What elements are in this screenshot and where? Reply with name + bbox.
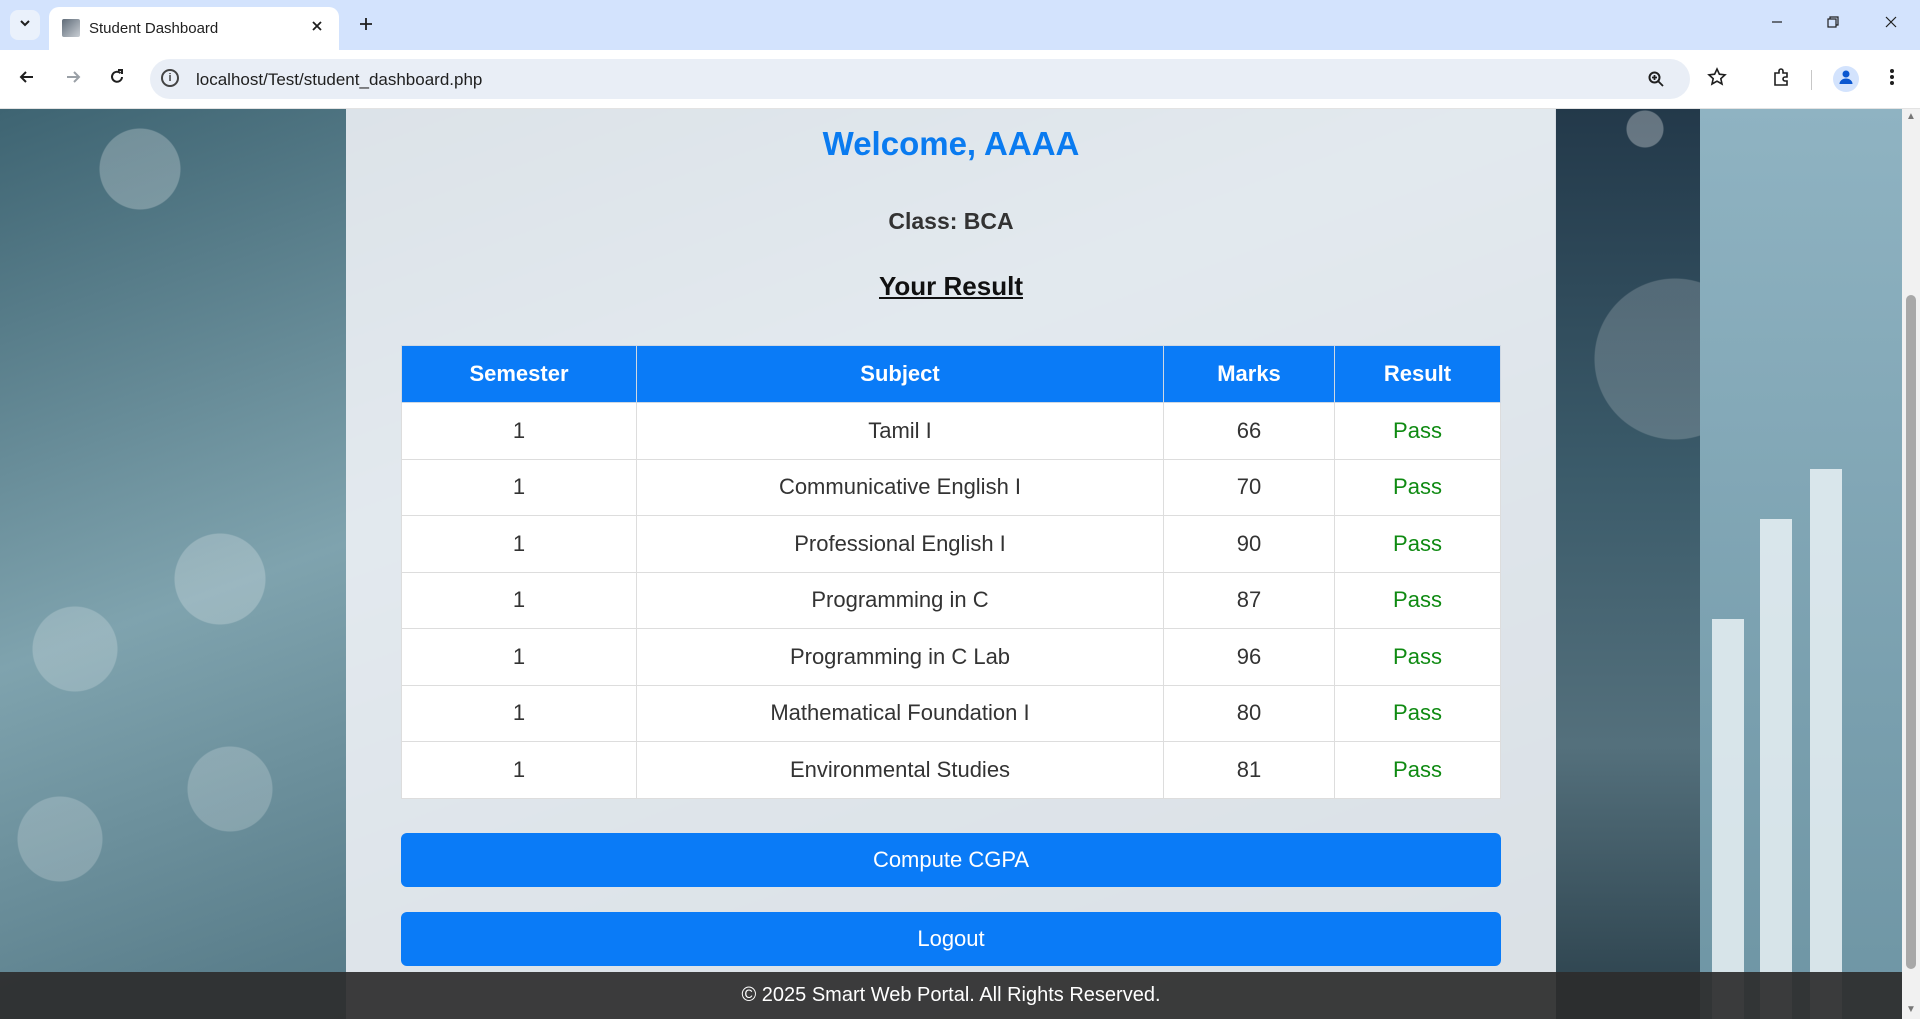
- marks-cell: 81: [1163, 741, 1335, 799]
- forward-button[interactable]: [57, 63, 89, 95]
- result-cell: Pass: [1334, 402, 1501, 460]
- favicon-icon: [62, 19, 80, 37]
- table-row: 1 Communicative English I 70 Pass: [401, 458, 1501, 516]
- subject-cell: Environmental Studies: [636, 741, 1164, 799]
- subject-cell: Mathematical Foundation I: [636, 684, 1164, 742]
- bookmark-star-button[interactable]: [1701, 63, 1733, 95]
- minimize-icon: [1770, 15, 1784, 34]
- semester-cell: 1: [401, 684, 637, 742]
- plus-icon: [358, 11, 374, 39]
- close-icon: [1884, 15, 1898, 34]
- column-header-subject: Subject: [636, 345, 1164, 403]
- arrow-right-icon: [64, 68, 82, 91]
- browser-tab-active[interactable]: Student Dashboard: [49, 7, 339, 50]
- table-header-row: Semester Subject Marks Result: [401, 345, 1501, 403]
- vertical-scrollbar[interactable]: ▲ ▼: [1902, 109, 1920, 1019]
- scroll-up-arrow-icon[interactable]: ▲: [1906, 112, 1916, 122]
- more-vertical-icon: [1889, 68, 1895, 91]
- table-row: 1 Programming in C Lab 96 Pass: [401, 628, 1501, 686]
- column-header-marks: Marks: [1163, 345, 1335, 403]
- result-cell: Pass: [1334, 628, 1501, 686]
- page-viewport: Welcome, AAAA Class: BCA Your Result Sem…: [0, 109, 1902, 1019]
- arrow-left-icon: [18, 68, 36, 91]
- result-cell: Pass: [1334, 684, 1501, 742]
- table-row: 1 Programming in C 87 Pass: [401, 571, 1501, 629]
- class-label: Class: BCA: [888, 208, 1014, 234]
- browser-toolbar: i localhost/Test/student_dashboard.php: [0, 50, 1920, 109]
- star-icon: [1707, 66, 1727, 92]
- background-dashboard-art: [1555, 109, 1902, 1019]
- semester-cell: 1: [401, 628, 637, 686]
- subject-cell: Programming in C Lab: [636, 628, 1164, 686]
- compute-cgpa-button[interactable]: Compute CGPA: [401, 833, 1501, 887]
- marks-cell: 70: [1163, 458, 1335, 516]
- result-cell: Pass: [1334, 515, 1501, 573]
- semester-cell: 1: [401, 741, 637, 799]
- logout-button[interactable]: Logout: [401, 912, 1501, 966]
- table-row: 1 Environmental Studies 81 Pass: [401, 741, 1501, 799]
- address-bar[interactable]: i localhost/Test/student_dashboard.php: [150, 59, 1690, 99]
- puzzle-icon: [1771, 67, 1791, 92]
- semester-cell: 1: [401, 571, 637, 629]
- close-window-button[interactable]: [1874, 8, 1908, 40]
- subject-cell: Tamil I: [636, 402, 1164, 460]
- footer-text: © 2025 Smart Web Portal. All Rights Rese…: [741, 984, 1161, 1006]
- result-table: Semester Subject Marks Result 1 Tamil I …: [401, 345, 1501, 799]
- extensions-button[interactable]: [1765, 63, 1797, 95]
- table-row: 1 Professional English I 90 Pass: [401, 515, 1501, 573]
- result-cell: Pass: [1334, 458, 1501, 516]
- dashboard-container: Welcome, AAAA Class: BCA Your Result Sem…: [346, 109, 1556, 1019]
- toolbar-divider: [1811, 70, 1812, 90]
- close-tab-button[interactable]: [305, 16, 329, 40]
- tab-search-button[interactable]: [10, 10, 40, 40]
- semester-cell: 1: [401, 515, 637, 573]
- marks-cell: 96: [1163, 628, 1335, 686]
- table-row: 1 Tamil I 66 Pass: [401, 402, 1501, 460]
- column-header-semester: Semester: [401, 345, 637, 403]
- result-heading: Your Result: [879, 271, 1023, 301]
- close-icon: [311, 19, 323, 37]
- info-icon[interactable]: i: [161, 69, 179, 87]
- menu-button[interactable]: [1876, 63, 1908, 95]
- reload-button[interactable]: [101, 63, 133, 95]
- reload-icon: [108, 68, 126, 91]
- scrollbar-thumb[interactable]: [1906, 295, 1916, 969]
- marks-cell: 90: [1163, 515, 1335, 573]
- page-footer: © 2025 Smart Web Portal. All Rights Rese…: [0, 972, 1902, 1019]
- table-row: 1 Mathematical Foundation I 80 Pass: [401, 684, 1501, 742]
- avatar: [1833, 66, 1859, 92]
- column-header-result: Result: [1334, 345, 1501, 403]
- subject-cell: Programming in C: [636, 571, 1164, 629]
- result-cell: Pass: [1334, 571, 1501, 629]
- marks-cell: 87: [1163, 571, 1335, 629]
- subject-cell: Communicative English I: [636, 458, 1164, 516]
- browser-tab-bar: Student Dashboard: [0, 0, 1920, 50]
- scroll-down-arrow-icon[interactable]: ▼: [1906, 1005, 1916, 1015]
- semester-cell: 1: [401, 402, 637, 460]
- restore-button[interactable]: [1816, 8, 1850, 40]
- back-button[interactable]: [11, 63, 43, 95]
- profile-button[interactable]: [1830, 63, 1862, 95]
- background-panel: [1700, 109, 1902, 1019]
- result-cell: Pass: [1334, 741, 1501, 799]
- chevron-down-icon: [18, 16, 32, 35]
- subject-cell: Professional English I: [636, 515, 1164, 573]
- welcome-heading: Welcome, AAAA: [822, 125, 1080, 162]
- person-icon: [1837, 68, 1855, 91]
- minimize-button[interactable]: [1760, 8, 1794, 40]
- url-text[interactable]: localhost/Test/student_dashboard.php: [196, 70, 482, 90]
- marks-cell: 80: [1163, 684, 1335, 742]
- marks-cell: 66: [1163, 402, 1335, 460]
- restore-icon: [1826, 15, 1840, 34]
- zoom-icon[interactable]: [1644, 67, 1668, 91]
- semester-cell: 1: [401, 458, 637, 516]
- new-tab-button[interactable]: [352, 11, 380, 39]
- tab-title: Student Dashboard: [89, 20, 219, 37]
